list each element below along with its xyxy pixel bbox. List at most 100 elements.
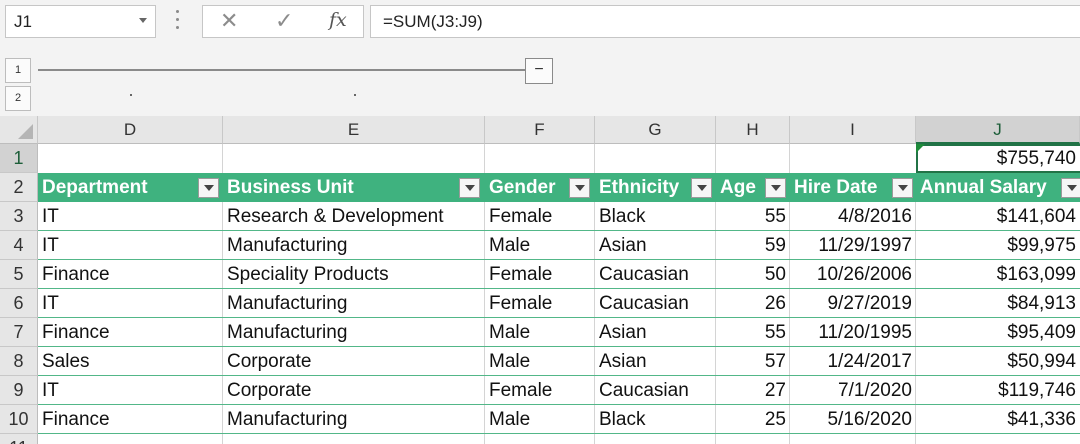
cell-age[interactable]: 25 xyxy=(716,405,790,434)
column-header-h[interactable]: H xyxy=(716,116,790,144)
cell-gender[interactable]: Male xyxy=(485,318,595,347)
row-header-1[interactable]: 1 xyxy=(0,144,38,173)
cell-department[interactable]: IT xyxy=(38,202,223,231)
row-header-11[interactable]: 11 xyxy=(0,434,38,444)
outline-level-1-button[interactable]: 1 xyxy=(5,58,31,83)
cell-annual-salary[interactable]: $141,604 xyxy=(916,202,1080,231)
cell-department[interactable]: IT xyxy=(38,289,223,318)
header-annual-salary: Annual Salary xyxy=(920,177,1047,198)
drag-handle-icon[interactable] xyxy=(176,10,180,32)
column-header-d[interactable]: D xyxy=(38,116,223,144)
cell-hire-date[interactable]: 10/26/2006 xyxy=(790,260,916,289)
filter-dropdown-icon[interactable] xyxy=(569,178,590,198)
cell-ethnicity[interactable]: Asian xyxy=(595,347,716,376)
cell-business-unit[interactable]: Speciality Products xyxy=(223,260,485,289)
row-header-8[interactable]: 8 xyxy=(0,347,38,376)
name-box[interactable]: J1 xyxy=(5,5,156,38)
cell-hire-date[interactable]: 5/16/2020 xyxy=(790,405,916,434)
cell-gender[interactable]: Female xyxy=(485,376,595,405)
header-age: Age xyxy=(720,177,756,198)
enter-icon[interactable]: ✓ xyxy=(275,8,293,34)
cell-gender[interactable]: Male xyxy=(485,231,595,260)
cell-age[interactable]: 59 xyxy=(716,231,790,260)
cell-ethnicity[interactable]: Asian xyxy=(595,318,716,347)
cell-ethnicity[interactable]: Caucasian xyxy=(595,260,716,289)
cell-annual-salary[interactable]: $50,994 xyxy=(916,347,1080,376)
filter-dropdown-icon[interactable] xyxy=(765,178,786,198)
cell-department[interactable]: Sales xyxy=(38,347,223,376)
cell-hire-date[interactable]: 9/27/2019 xyxy=(790,289,916,318)
column-header-g[interactable]: G xyxy=(595,116,716,144)
cell-department[interactable]: IT xyxy=(38,376,223,405)
cell-gender[interactable]: Female xyxy=(485,260,595,289)
error-indicator-icon[interactable] xyxy=(916,144,925,153)
cell-business-unit[interactable]: Corporate xyxy=(223,347,485,376)
collapse-group-button[interactable]: − xyxy=(525,58,553,84)
header-gender: Gender xyxy=(489,177,556,198)
cell-annual-salary[interactable]: $41,336 xyxy=(916,405,1080,434)
cell-ethnicity[interactable]: Black xyxy=(595,405,716,434)
chevron-down-icon[interactable] xyxy=(139,18,147,23)
cell-department[interactable]: Finance xyxy=(38,405,223,434)
cell-department[interactable]: Finance xyxy=(38,260,223,289)
row-header-4[interactable]: 4 xyxy=(0,231,38,260)
cell-business-unit[interactable]: Manufacturing xyxy=(223,289,485,318)
header-department: Department xyxy=(42,177,148,198)
filter-dropdown-icon[interactable] xyxy=(691,178,712,198)
row-header-10[interactable]: 10 xyxy=(0,405,38,434)
filter-dropdown-icon[interactable] xyxy=(892,178,913,198)
cancel-icon[interactable]: ✕ xyxy=(220,8,238,34)
cell-business-unit[interactable]: Manufacturing xyxy=(223,405,485,434)
outline-level-2-button[interactable]: 2 xyxy=(5,86,31,111)
cell-age[interactable]: 26 xyxy=(716,289,790,318)
cell-annual-salary[interactable]: $99,975 xyxy=(916,231,1080,260)
column-header-j[interactable]: J xyxy=(916,116,1080,144)
cell-business-unit[interactable]: Manufacturing xyxy=(223,318,485,347)
row-header-6[interactable]: 6 xyxy=(0,289,38,318)
row-header-7[interactable]: 7 xyxy=(0,318,38,347)
cell-annual-salary[interactable]: $84,913 xyxy=(916,289,1080,318)
filter-dropdown-icon[interactable] xyxy=(1061,178,1080,198)
cell-hire-date[interactable]: 4/8/2016 xyxy=(790,202,916,231)
cell-hire-date[interactable]: 11/29/1997 xyxy=(790,231,916,260)
column-header-i[interactable]: I xyxy=(790,116,916,144)
cell-age[interactable]: 55 xyxy=(716,318,790,347)
cell-age[interactable]: 57 xyxy=(716,347,790,376)
formula-input[interactable]: =SUM(J3:J9) xyxy=(370,5,1080,38)
cell-hire-date[interactable]: 7/1/2020 xyxy=(790,376,916,405)
row-header-2[interactable]: 2 xyxy=(0,173,38,202)
cell-annual-salary[interactable]: $163,099 xyxy=(916,260,1080,289)
outline-dot xyxy=(354,94,356,96)
cell-age[interactable]: 50 xyxy=(716,260,790,289)
column-header-f[interactable]: F xyxy=(485,116,595,144)
select-all-corner[interactable] xyxy=(0,116,38,144)
cell-business-unit[interactable]: Manufacturing xyxy=(223,231,485,260)
header-hire-date: Hire Date xyxy=(794,177,878,198)
column-header-e[interactable]: E xyxy=(223,116,485,144)
cell-ethnicity[interactable]: Caucasian xyxy=(595,376,716,405)
row-header-9[interactable]: 9 xyxy=(0,376,38,405)
cell-ethnicity[interactable]: Black xyxy=(595,202,716,231)
cell-hire-date[interactable]: 1/24/2017 xyxy=(790,347,916,376)
cell-business-unit[interactable]: Research & Development xyxy=(223,202,485,231)
cell-age[interactable]: 27 xyxy=(716,376,790,405)
gridline xyxy=(484,144,485,173)
cell-gender[interactable]: Female xyxy=(485,202,595,231)
cell-gender[interactable]: Male xyxy=(485,405,595,434)
cell-business-unit[interactable]: Corporate xyxy=(223,376,485,405)
cell-gender[interactable]: Male xyxy=(485,347,595,376)
cell-annual-salary[interactable]: $119,746 xyxy=(916,376,1080,405)
row-header-5[interactable]: 5 xyxy=(0,260,38,289)
cell-ethnicity[interactable]: Asian xyxy=(595,231,716,260)
insert-function-icon[interactable]: fx xyxy=(329,9,347,31)
cell-department[interactable]: Finance xyxy=(38,318,223,347)
cell-ethnicity[interactable]: Caucasian xyxy=(595,289,716,318)
row-header-3[interactable]: 3 xyxy=(0,202,38,231)
cell-gender[interactable]: Female xyxy=(485,289,595,318)
cell-department[interactable]: IT xyxy=(38,231,223,260)
filter-dropdown-icon[interactable] xyxy=(459,178,480,198)
cell-age[interactable]: 55 xyxy=(716,202,790,231)
cell-annual-salary[interactable]: $95,409 xyxy=(916,318,1080,347)
cell-hire-date[interactable]: 11/20/1995 xyxy=(790,318,916,347)
filter-dropdown-icon[interactable] xyxy=(198,178,219,198)
